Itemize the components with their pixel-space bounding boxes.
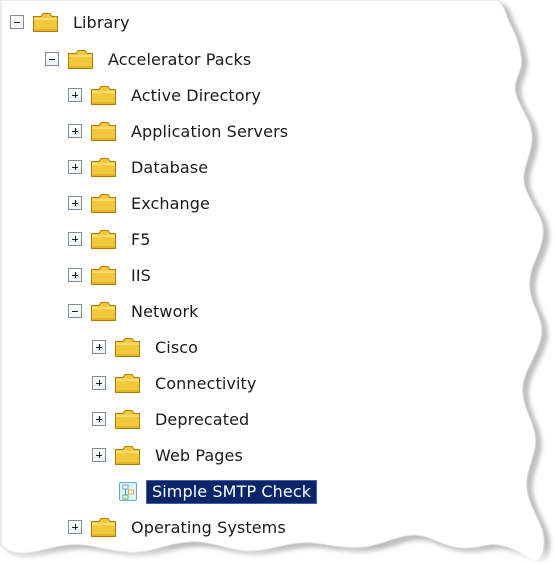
tree-label: Connectivity [155,374,257,393]
minus-icon[interactable] [10,15,24,29]
folder-icon [90,264,117,286]
folder-icon [90,300,117,322]
tree-node-accelerator-packs[interactable]: Accelerator Packs [45,42,251,76]
tree-label: Web Pages [155,446,243,465]
folder-icon [90,228,117,250]
plus-icon[interactable] [92,376,106,390]
folder-icon [90,192,117,214]
minus-icon[interactable] [45,52,59,66]
tree-node-deprecated[interactable]: Deprecated [92,402,249,436]
folder-icon [90,516,117,538]
tree-label: Database [131,158,209,177]
tree-node-database[interactable]: Database [68,150,208,184]
folder-icon [114,408,141,430]
folder-icon [32,11,59,33]
plus-icon[interactable] [68,160,82,174]
tree-node-f5[interactable]: F5 [68,222,151,256]
folder-icon [90,84,117,106]
tree-node-network[interactable]: Network [68,294,199,328]
plus-icon[interactable] [68,196,82,210]
tree-label: IIS [131,266,151,285]
screenshot-canvas: Library Accelerator Packs Active Directo… [0,0,555,564]
folder-icon [114,444,141,466]
tree-node-library[interactable]: Library [10,5,130,39]
plus-icon[interactable] [68,124,82,138]
tree-node-cisco[interactable]: Cisco [92,330,198,364]
tree-node-simple-smtp-check[interactable]: Simple SMTP Check [118,474,318,508]
folder-icon [114,372,141,394]
tree-label: Accelerator Packs [108,50,252,69]
plus-icon[interactable] [68,232,82,246]
plus-icon[interactable] [92,448,106,462]
tree-node-operating-systems[interactable]: Operating Systems [68,510,286,544]
tree-node-active-directory[interactable]: Active Directory [68,78,261,112]
tree-label: Active Directory [131,86,261,105]
plus-icon[interactable] [68,268,82,282]
tree-label: Operating Systems [131,518,286,537]
tree-label: Library [73,13,130,32]
tree-node-application-servers[interactable]: Application Servers [68,114,288,148]
tree-node-connectivity[interactable]: Connectivity [92,366,256,400]
tree-label: F5 [131,230,151,249]
tree-node-web-pages[interactable]: Web Pages [92,438,243,472]
tree-label: Application Servers [131,122,289,141]
tree-label: Cisco [155,338,199,357]
tree-node-exchange[interactable]: Exchange [68,186,210,220]
folder-icon [114,336,141,358]
folder-icon [67,48,94,70]
folder-icon [90,156,117,178]
plus-icon[interactable] [92,412,106,426]
library-tree: Library Accelerator Packs Active Directo… [0,0,555,564]
tree-node-iis[interactable]: IIS [68,258,151,292]
smtp-check-icon [118,481,138,502]
selected-tree-label[interactable]: Simple SMTP Check [146,480,318,504]
minus-icon[interactable] [68,304,82,318]
plus-icon[interactable] [68,88,82,102]
tree-label: Network [131,302,199,321]
tree-label: Exchange [131,194,210,213]
plus-icon[interactable] [92,340,106,354]
tree-label: Deprecated [155,410,250,429]
folder-icon [90,120,117,142]
plus-icon[interactable] [68,520,82,534]
